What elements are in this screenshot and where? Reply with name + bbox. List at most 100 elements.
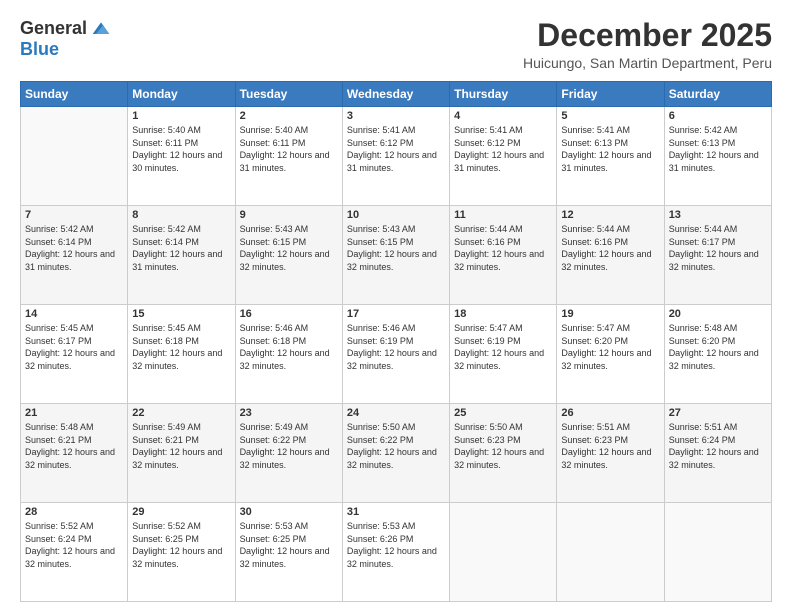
- page: General Blue December 2025 Huicungo, San…: [0, 0, 792, 612]
- day-number: 3: [347, 110, 445, 122]
- calendar-cell: 1 Sunrise: 5:40 AM Sunset: 6:11 PM Daylig…: [128, 107, 235, 206]
- day-info: Sunrise: 5:46 AM Sunset: 6:19 PM Dayligh…: [347, 322, 445, 372]
- day-number: 8: [132, 209, 230, 221]
- col-thursday: Thursday: [450, 82, 557, 107]
- day-number: 12: [561, 209, 659, 221]
- logo-general-text: General: [20, 18, 87, 39]
- day-info: Sunrise: 5:41 AM Sunset: 6:13 PM Dayligh…: [561, 124, 659, 174]
- logo: General Blue: [20, 18, 111, 60]
- day-number: 24: [347, 407, 445, 419]
- day-info: Sunrise: 5:42 AM Sunset: 6:13 PM Dayligh…: [669, 124, 767, 174]
- calendar-cell: 18 Sunrise: 5:47 AM Sunset: 6:19 PM Dayli…: [450, 305, 557, 404]
- calendar-cell: 24Sunrise: 5:50 AM Sunset: 6:22 PM Dayli…: [342, 404, 449, 503]
- day-number: 20: [669, 308, 767, 320]
- calendar-cell: 28Sunrise: 5:52 AM Sunset: 6:24 PM Dayli…: [21, 503, 128, 602]
- day-info: Sunrise: 5:46 AM Sunset: 6:18 PM Dayligh…: [240, 322, 338, 372]
- calendar-cell: [664, 503, 771, 602]
- calendar-cell: [557, 503, 664, 602]
- logo-icon: [91, 19, 111, 39]
- day-info: Sunrise: 5:43 AM Sunset: 6:15 PM Dayligh…: [347, 223, 445, 273]
- calendar-cell: 2 Sunrise: 5:40 AM Sunset: 6:11 PM Daylig…: [235, 107, 342, 206]
- calendar-row: 14Sunrise: 5:45 AM Sunset: 6:17 PM Dayli…: [21, 305, 772, 404]
- col-monday: Monday: [128, 82, 235, 107]
- day-info: Sunrise: 5:41 AM Sunset: 6:12 PM Dayligh…: [347, 124, 445, 174]
- day-number: 15: [132, 308, 230, 320]
- day-number: 17: [347, 308, 445, 320]
- logo-blue-text: Blue: [20, 39, 59, 59]
- calendar-cell: 27Sunrise: 5:51 AM Sunset: 6:24 PM Dayli…: [664, 404, 771, 503]
- day-number: 21: [25, 407, 123, 419]
- day-number: 2: [240, 110, 338, 122]
- title-block: December 2025 Huicungo, San Martin Depar…: [523, 18, 772, 71]
- calendar-cell: 12 Sunrise: 5:44 AM Sunset: 6:16 PM Dayli…: [557, 206, 664, 305]
- day-info: Sunrise: 5:40 AM Sunset: 6:11 PM Dayligh…: [240, 124, 338, 174]
- header: General Blue December 2025 Huicungo, San…: [20, 18, 772, 71]
- day-number: 29: [132, 506, 230, 518]
- calendar-cell: 13 Sunrise: 5:44 AM Sunset: 6:17 PM Dayli…: [664, 206, 771, 305]
- calendar-cell: 11 Sunrise: 5:44 AM Sunset: 6:16 PM Dayli…: [450, 206, 557, 305]
- calendar-cell: 4 Sunrise: 5:41 AM Sunset: 6:12 PM Daylig…: [450, 107, 557, 206]
- day-number: 11: [454, 209, 552, 221]
- day-number: 13: [669, 209, 767, 221]
- day-info: Sunrise: 5:43 AM Sunset: 6:15 PM Dayligh…: [240, 223, 338, 273]
- calendar-cell: 25Sunrise: 5:50 AM Sunset: 6:23 PM Dayli…: [450, 404, 557, 503]
- calendar-cell: 21Sunrise: 5:48 AM Sunset: 6:21 PM Dayli…: [21, 404, 128, 503]
- calendar-cell: 16Sunrise: 5:46 AM Sunset: 6:18 PM Dayli…: [235, 305, 342, 404]
- day-info: Sunrise: 5:47 AM Sunset: 6:19 PM Dayligh…: [454, 322, 552, 372]
- day-info: Sunrise: 5:48 AM Sunset: 6:20 PM Dayligh…: [669, 322, 767, 372]
- calendar-table: Sunday Monday Tuesday Wednesday Thursday…: [20, 81, 772, 602]
- day-info: Sunrise: 5:44 AM Sunset: 6:16 PM Dayligh…: [561, 223, 659, 273]
- day-number: 10: [347, 209, 445, 221]
- day-info: Sunrise: 5:52 AM Sunset: 6:25 PM Dayligh…: [132, 520, 230, 570]
- calendar-cell: 15 Sunrise: 5:45 AM Sunset: 6:18 PM Dayli…: [128, 305, 235, 404]
- day-number: 7: [25, 209, 123, 221]
- calendar-header-row: Sunday Monday Tuesday Wednesday Thursday…: [21, 82, 772, 107]
- day-info: Sunrise: 5:53 AM Sunset: 6:25 PM Dayligh…: [240, 520, 338, 570]
- calendar-cell: 22Sunrise: 5:49 AM Sunset: 6:21 PM Dayli…: [128, 404, 235, 503]
- day-number: 31: [347, 506, 445, 518]
- day-number: 26: [561, 407, 659, 419]
- calendar-cell: [450, 503, 557, 602]
- day-info: Sunrise: 5:53 AM Sunset: 6:26 PM Dayligh…: [347, 520, 445, 570]
- day-number: 18: [454, 308, 552, 320]
- calendar-cell: 31 Sunrise: 5:53 AM Sunset: 6:26 PM Dayli…: [342, 503, 449, 602]
- day-info: Sunrise: 5:41 AM Sunset: 6:12 PM Dayligh…: [454, 124, 552, 174]
- calendar-cell: [21, 107, 128, 206]
- day-info: Sunrise: 5:50 AM Sunset: 6:23 PM Dayligh…: [454, 421, 552, 471]
- day-info: Sunrise: 5:44 AM Sunset: 6:16 PM Dayligh…: [454, 223, 552, 273]
- calendar-cell: 23 Sunrise: 5:49 AM Sunset: 6:22 PM Dayli…: [235, 404, 342, 503]
- day-number: 22: [132, 407, 230, 419]
- calendar-cell: 14Sunrise: 5:45 AM Sunset: 6:17 PM Dayli…: [21, 305, 128, 404]
- day-number: 4: [454, 110, 552, 122]
- col-tuesday: Tuesday: [235, 82, 342, 107]
- day-info: Sunrise: 5:42 AM Sunset: 6:14 PM Dayligh…: [25, 223, 123, 273]
- month-title: December 2025: [523, 18, 772, 53]
- day-number: 27: [669, 407, 767, 419]
- calendar-cell: 17 Sunrise: 5:46 AM Sunset: 6:19 PM Dayli…: [342, 305, 449, 404]
- day-number: 6: [669, 110, 767, 122]
- calendar-cell: 19Sunrise: 5:47 AM Sunset: 6:20 PM Dayli…: [557, 305, 664, 404]
- calendar-row: 7 Sunrise: 5:42 AM Sunset: 6:14 PM Daylig…: [21, 206, 772, 305]
- day-info: Sunrise: 5:44 AM Sunset: 6:17 PM Dayligh…: [669, 223, 767, 273]
- calendar-row: 21Sunrise: 5:48 AM Sunset: 6:21 PM Dayli…: [21, 404, 772, 503]
- day-number: 28: [25, 506, 123, 518]
- day-number: 9: [240, 209, 338, 221]
- calendar-cell: 5 Sunrise: 5:41 AM Sunset: 6:13 PM Daylig…: [557, 107, 664, 206]
- calendar-row: 28Sunrise: 5:52 AM Sunset: 6:24 PM Dayli…: [21, 503, 772, 602]
- day-info: Sunrise: 5:47 AM Sunset: 6:20 PM Dayligh…: [561, 322, 659, 372]
- col-friday: Friday: [557, 82, 664, 107]
- day-info: Sunrise: 5:45 AM Sunset: 6:18 PM Dayligh…: [132, 322, 230, 372]
- day-info: Sunrise: 5:51 AM Sunset: 6:23 PM Dayligh…: [561, 421, 659, 471]
- calendar-cell: 8 Sunrise: 5:42 AM Sunset: 6:14 PM Daylig…: [128, 206, 235, 305]
- calendar-cell: 10 Sunrise: 5:43 AM Sunset: 6:15 PM Dayli…: [342, 206, 449, 305]
- calendar-cell: 20 Sunrise: 5:48 AM Sunset: 6:20 PM Dayli…: [664, 305, 771, 404]
- day-info: Sunrise: 5:49 AM Sunset: 6:22 PM Dayligh…: [240, 421, 338, 471]
- day-number: 5: [561, 110, 659, 122]
- col-wednesday: Wednesday: [342, 82, 449, 107]
- day-number: 1: [132, 110, 230, 122]
- day-number: 23: [240, 407, 338, 419]
- calendar-cell: 30Sunrise: 5:53 AM Sunset: 6:25 PM Dayli…: [235, 503, 342, 602]
- calendar-cell: 26 Sunrise: 5:51 AM Sunset: 6:23 PM Dayli…: [557, 404, 664, 503]
- day-info: Sunrise: 5:40 AM Sunset: 6:11 PM Dayligh…: [132, 124, 230, 174]
- day-info: Sunrise: 5:42 AM Sunset: 6:14 PM Dayligh…: [132, 223, 230, 273]
